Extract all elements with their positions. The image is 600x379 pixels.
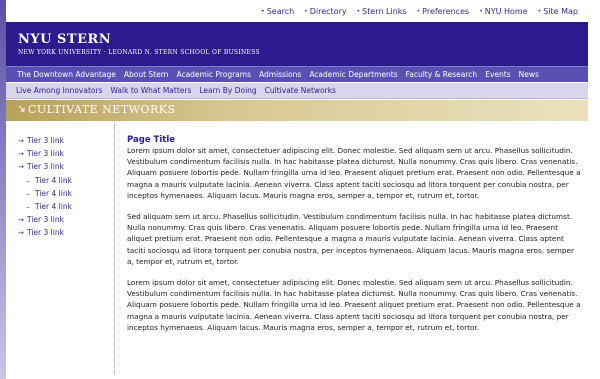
primary-nav: The Downtown Advantage About Stern Acade… [6, 66, 588, 82]
arrow-right-icon: → [18, 216, 24, 225]
utility-link-stern-links[interactable]: Stern Links [357, 7, 406, 16]
sidebar-item-tier3[interactable]: → Tier 3 link [18, 149, 114, 162]
nav-about-stern[interactable]: About Stern [124, 70, 169, 79]
arrow-right-icon: → [18, 137, 24, 145]
arrow-right-icon: → [18, 229, 24, 238]
secondary-nav: Live Among Innovators Walk to What Matte… [6, 83, 588, 99]
dash-icon: – [26, 176, 30, 185]
subnav-learn-by-doing[interactable]: Learn By Doing [199, 86, 256, 95]
logo-wordmark: NYU STERN [18, 32, 112, 47]
sidebar-item-tier4[interactable]: – Tier 4 link [18, 202, 114, 215]
utility-link-search[interactable]: Search [261, 7, 294, 16]
utility-link-preferences[interactable]: Preferences [417, 7, 469, 16]
site-header: NYU STERN NEW YORK UNIVERSITY · LEONARD … [6, 22, 588, 66]
subnav-live-among-innovators[interactable]: Live Among Innovators [16, 86, 102, 95]
sidebar-item-tier3[interactable]: → Tier 3 link [18, 162, 114, 175]
subnav-walk-to-what-matters[interactable]: Walk to What Matters [110, 86, 191, 95]
section-title: Cultivate Networks [28, 103, 176, 116]
sidebar-nav: → Tier 3 link → Tier 3 link → Tier 3 link –… [6, 124, 115, 374]
arrow-down-right-icon [18, 105, 25, 112]
section-banner: Cultivate Networks [6, 100, 588, 121]
body-paragraph: Lorem ipsum dolor sit amet, consectetuer… [127, 146, 581, 200]
utility-link-directory[interactable]: Directory [304, 7, 347, 16]
nav-academic-departments[interactable]: Academic Departments [309, 70, 397, 79]
dash-icon: – [26, 202, 30, 211]
arrow-right-icon: → [18, 163, 24, 172]
utility-link-nyu-home[interactable]: NYU Home [479, 7, 528, 16]
nyu-stern-logo[interactable]: NYU STERN NEW YORK UNIVERSITY · LEONARD … [18, 32, 260, 56]
sidebar-item-tier4[interactable]: – Tier 4 link [18, 176, 114, 189]
body-paragraph: Sed aliquam sem ut arcu. Phasellus solli… [127, 212, 574, 266]
nav-faculty-research[interactable]: Faculty & Research [406, 70, 478, 79]
utility-link-site-map[interactable]: Site Map [538, 7, 578, 16]
sidebar-item-tier4[interactable]: – Tier 4 link [18, 189, 114, 202]
utility-links: Search Directory Stern Links Preferences… [261, 7, 578, 16]
nav-admissions[interactable]: Admissions [259, 70, 301, 79]
sidebar-item-tier3[interactable]: → Tier 3 link [18, 228, 114, 241]
dash-icon: – [26, 189, 30, 198]
utility-bar: Search Directory Stern Links Preferences… [6, 0, 588, 22]
page-title: Page Title [127, 135, 175, 145]
main-content: Page Title Lorem ipsum dolor sit amet, c… [127, 135, 581, 343]
nav-academic-programs[interactable]: Academic Programs [176, 70, 251, 79]
sidebar-item-tier3[interactable]: → Tier 3 link [18, 136, 114, 149]
nav-news[interactable]: News [519, 70, 539, 79]
subnav-cultivate-networks[interactable]: Cultivate Networks [265, 86, 336, 95]
body-paragraph: Lorem ipsum dolor sit amet, consectetuer… [127, 278, 581, 332]
arrow-right-icon: → [18, 150, 24, 159]
sidebar-item-tier3[interactable]: → Tier 3 link [18, 215, 114, 228]
nav-events[interactable]: Events [485, 70, 510, 79]
nav-downtown-advantage[interactable]: The Downtown Advantage [17, 70, 116, 79]
logo-tagline: NEW YORK UNIVERSITY · LEONARD N. STERN S… [18, 49, 260, 56]
